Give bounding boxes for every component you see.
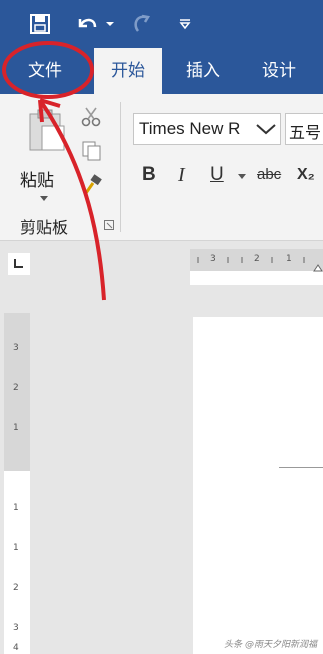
quick-access-toolbar	[0, 0, 323, 48]
document-area: 3 2 1 3 2 1 1 1 2 3 4	[0, 241, 323, 654]
format-painter-icon[interactable]	[82, 174, 104, 196]
margin-guide	[279, 467, 323, 468]
paste-button[interactable]: 粘贴	[18, 106, 74, 206]
dialog-launcher-icon[interactable]	[104, 220, 114, 230]
group-separator	[120, 102, 121, 232]
strikethrough-button[interactable]: abc	[257, 166, 281, 183]
ruler-number: 2	[13, 383, 19, 393]
copy-icon[interactable]	[81, 140, 103, 162]
chevron-down-icon[interactable]	[238, 174, 246, 180]
clipboard-group-label: 剪贴板	[20, 218, 69, 237]
horizontal-ruler: 3 2 1	[190, 249, 323, 271]
cut-icon[interactable]	[80, 106, 102, 128]
font-name-value: Times New R	[139, 119, 241, 138]
ruler-number: 1	[13, 503, 19, 513]
font-name-combobox[interactable]: Times New R	[133, 113, 281, 145]
paste-icon	[29, 109, 65, 151]
tab-stop-selector[interactable]	[8, 253, 30, 275]
ruler-number: 3	[13, 623, 19, 633]
save-icon	[30, 14, 50, 34]
undo-button[interactable]	[72, 10, 102, 38]
customize-qat-button[interactable]	[174, 10, 196, 38]
bold-button[interactable]: B	[142, 164, 156, 186]
ruler-number: 1	[13, 543, 19, 553]
ruler-number: 4	[13, 643, 19, 653]
tab-home[interactable]: 开始	[94, 48, 162, 94]
ribbon-home: 粘贴 剪贴板 Times New R 五号 B I U abc X₂	[0, 94, 323, 241]
ribbon-tabs: 文件 开始 插入 设计	[0, 48, 323, 94]
customize-qat-icon	[179, 19, 191, 30]
redo-icon	[134, 14, 151, 32]
undo-dropdown[interactable]	[104, 10, 116, 38]
italic-button[interactable]: I	[178, 164, 185, 187]
undo-icon	[78, 18, 97, 28]
tab-insert[interactable]: 插入	[170, 48, 236, 94]
chevron-down-icon	[256, 124, 276, 135]
underline-button[interactable]: U	[210, 164, 224, 186]
font-size-value: 五号	[289, 123, 322, 142]
ruler-ticks	[197, 257, 305, 263]
left-tab-icon	[14, 259, 23, 268]
ruler-margin	[190, 271, 323, 285]
ruler-number: 3	[13, 343, 19, 353]
ruler-number: 2	[13, 583, 19, 593]
paste-label: 粘贴	[20, 171, 54, 191]
subscript-button[interactable]: X₂	[297, 166, 315, 184]
tab-design[interactable]: 设计	[244, 48, 314, 94]
chevron-down-icon	[106, 22, 114, 26]
vertical-ruler: 3 2 1 1 1 2 3 4	[4, 313, 30, 654]
ruler-number: 1	[13, 423, 19, 433]
document-page[interactable]	[193, 317, 323, 654]
font-size-combobox[interactable]: 五号	[285, 113, 323, 145]
tab-file[interactable]: 文件	[8, 48, 82, 94]
watermark: 头条 @雨天夕阳新润福	[224, 640, 317, 650]
indent-marker-icon[interactable]	[313, 263, 323, 277]
chevron-down-icon	[40, 196, 48, 201]
save-button[interactable]	[26, 10, 54, 38]
redo-button[interactable]	[128, 10, 154, 38]
